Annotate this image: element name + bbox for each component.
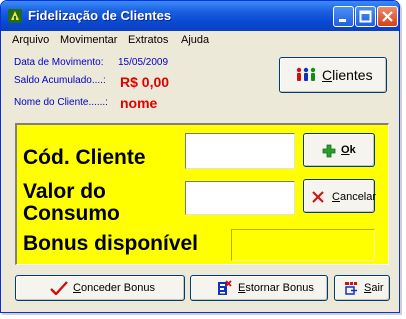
grant-bonus-accel: C [73, 282, 81, 294]
main-window: Fidelização de Clientes Arquivo Moviment… [0, 0, 400, 313]
input-panel: Cód. Cliente Ok Valor do Consumo Cancela… [15, 123, 389, 265]
green-plus-icon [322, 144, 336, 161]
exit-button[interactable]: Sair [334, 275, 390, 301]
bonus-available-value [231, 229, 375, 261]
minimize-button[interactable] [333, 6, 354, 27]
ok-button-accel: O [341, 144, 350, 156]
balance-label: Saldo Acumulado....: [14, 75, 106, 86]
consumption-label-line2: Consumo [23, 202, 120, 225]
grant-bonus-button[interactable]: Conceder Bonus [15, 275, 185, 301]
balance-value: R$ 0,00 [120, 74, 170, 90]
app-logo-icon[interactable] [7, 8, 23, 24]
grant-bonus-label: onceder Bonus [80, 282, 155, 294]
people-icon [295, 67, 317, 86]
reverse-bonus-button[interactable]: Estornar Bonus [190, 275, 328, 301]
reverse-bonus-label: stornar Bonus [245, 282, 314, 294]
movement-date-label: Data de Movimento: [14, 57, 104, 68]
menu-movimentar[interactable]: Movimentar [60, 34, 117, 46]
exit-icon [344, 281, 358, 298]
menu-ajuda[interactable]: Ajuda [181, 34, 209, 46]
exit-button-label: air [371, 282, 384, 294]
client-name-value: nome [120, 95, 158, 111]
window-title: Fidelização de Clientes [28, 8, 172, 23]
red-x-icon [311, 190, 325, 207]
consumption-value-input[interactable] [185, 181, 295, 215]
clients-button-label: lientes [332, 67, 373, 83]
movement-date-value: 15/05/2009 [118, 57, 169, 68]
cancel-button-accel: C [332, 191, 340, 203]
red-check-icon [50, 281, 68, 298]
maximize-button[interactable] [355, 6, 376, 27]
menu-extratos[interactable]: Extratos [128, 34, 168, 46]
client-name-label: Nome do Cliente......: [14, 97, 108, 108]
menu-bar: Arquivo Movimentar Extratos Ajuda [1, 31, 399, 50]
clients-button-accel: C [322, 67, 333, 83]
cancel-button[interactable]: Cancelar [303, 179, 377, 213]
reverse-icon [216, 280, 232, 300]
ok-button[interactable]: Ok [303, 133, 375, 167]
clients-button[interactable]: Clientes [279, 57, 387, 93]
ok-button-label: k [349, 144, 356, 156]
cancel-button-label: ancelar [339, 191, 377, 203]
client-code-label: Cód. Cliente [23, 146, 146, 169]
menu-arquivo[interactable]: Arquivo [12, 34, 49, 46]
close-button[interactable] [377, 6, 398, 27]
title-bar[interactable]: Fidelização de Clientes [1, 1, 399, 31]
bonus-available-label: Bonus disponível [23, 232, 199, 255]
consumption-label-line1: Valor do [23, 180, 106, 203]
client-code-input[interactable] [185, 133, 295, 169]
